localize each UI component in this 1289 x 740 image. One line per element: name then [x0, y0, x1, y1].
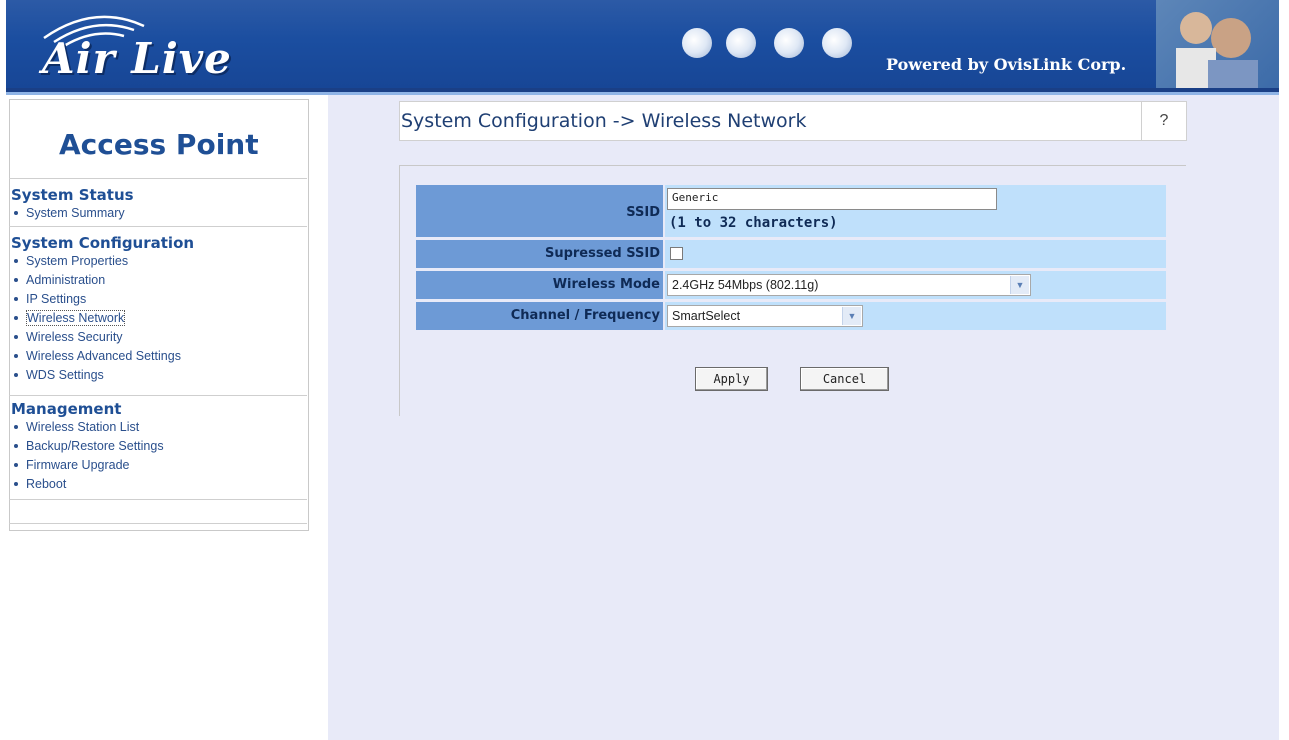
- bullet-icon: [14, 315, 18, 320]
- sidebar-title: Access Point: [59, 128, 259, 161]
- sidebar-item-wds-settings[interactable]: WDS Settings: [9, 366, 307, 385]
- globe-icon: [822, 28, 852, 58]
- sidebar-item-system-properties[interactable]: System Properties: [9, 252, 307, 271]
- globe-icon: [774, 28, 804, 58]
- sidebar-item-backup-restore[interactable]: Backup/Restore Settings: [9, 437, 307, 456]
- wireless-mode-select[interactable]: 2.4GHz 54Mbps (802.11g) ▼: [667, 274, 1031, 296]
- section-heading: Management: [11, 400, 122, 418]
- chevron-down-icon: ▼: [1010, 276, 1029, 294]
- bullet-icon: [14, 372, 18, 377]
- channel-select[interactable]: SmartSelect ▼: [667, 305, 863, 327]
- bullet-icon: [14, 296, 18, 301]
- logo-text: Air Live: [42, 34, 232, 83]
- ssid-input[interactable]: Generic: [667, 188, 997, 210]
- header-banner: Air Live Powered by OvisLink Corp.: [6, 0, 1279, 88]
- ssid-value-cell: Generic (1 to 32 characters): [665, 185, 1166, 237]
- bullet-icon: [14, 210, 18, 215]
- suppressed-ssid-value-cell: [665, 240, 1166, 268]
- sidebar-item-wireless-station-list[interactable]: Wireless Station List: [9, 418, 307, 437]
- channel-selected: SmartSelect: [672, 309, 741, 323]
- section-heading: System Configuration: [11, 234, 195, 252]
- suppressed-ssid-row: Supressed SSID: [416, 240, 1166, 268]
- sidebar-item-wireless-network[interactable]: Wireless Network: [9, 309, 307, 328]
- ssid-hint: (1 to 32 characters): [669, 215, 838, 231]
- sidebar-item-firmware-upgrade[interactable]: Firmware Upgrade: [9, 456, 307, 475]
- bullet-icon: [14, 424, 18, 429]
- sidebar-item-administration[interactable]: Administration: [9, 271, 307, 290]
- bullet-icon: [14, 277, 18, 282]
- suppressed-ssid-label: Supressed SSID: [416, 240, 663, 268]
- sidebar: Access Point System Status System Summar…: [6, 95, 328, 740]
- globe-icon: [682, 28, 712, 58]
- ssid-row: SSID Generic (1 to 32 characters): [416, 185, 1166, 237]
- wireless-mode-selected: 2.4GHz 54Mbps (802.11g): [672, 278, 819, 292]
- suppressed-ssid-checkbox[interactable]: [670, 247, 683, 260]
- sidebar-item-wireless-advanced-settings[interactable]: Wireless Advanced Settings: [9, 347, 307, 366]
- help-button[interactable]: ?: [1141, 102, 1186, 140]
- main-content: System Configuration -> Wireless Network…: [328, 95, 1279, 740]
- sidebar-item-wireless-security[interactable]: Wireless Security: [9, 328, 307, 347]
- bullet-icon: [14, 443, 18, 448]
- chevron-down-icon: ▼: [842, 307, 861, 325]
- bullet-icon: [14, 334, 18, 339]
- wireless-mode-row: Wireless Mode 2.4GHz 54Mbps (802.11g) ▼: [416, 271, 1166, 299]
- globe-icon: [726, 28, 756, 58]
- airlive-logo: Air Live: [34, 8, 294, 86]
- section-management: Management Wireless Station List Backup/…: [9, 395, 307, 494]
- bullet-icon: [14, 462, 18, 467]
- channel-label: Channel / Frequency: [416, 302, 663, 330]
- channel-value-cell: SmartSelect ▼: [665, 302, 1166, 330]
- sidebar-divider: [9, 523, 307, 524]
- bullet-icon: [14, 481, 18, 486]
- bullet-icon: [14, 353, 18, 358]
- powered-by-text: Powered by OvisLink Corp.: [886, 55, 1127, 74]
- sidebar-item-ip-settings[interactable]: IP Settings: [9, 290, 307, 309]
- sidebar-item-system-summary[interactable]: System Summary: [9, 204, 307, 223]
- apply-button[interactable]: Apply: [695, 367, 768, 391]
- page-title: System Configuration -> Wireless Network: [401, 110, 807, 132]
- sidebar-item-reboot[interactable]: Reboot: [9, 475, 307, 494]
- channel-row: Channel / Frequency SmartSelect ▼: [416, 302, 1166, 330]
- section-heading: System Status: [11, 186, 134, 204]
- globe-icons: [682, 28, 882, 62]
- wireless-mode-label: Wireless Mode: [416, 271, 663, 299]
- cancel-button[interactable]: Cancel: [800, 367, 889, 391]
- bullet-icon: [14, 258, 18, 263]
- section-system-status: System Status System Summary: [9, 178, 307, 223]
- wireless-mode-value-cell: 2.4GHz 54Mbps (802.11g) ▼: [665, 271, 1166, 299]
- sidebar-divider: [9, 499, 307, 500]
- section-system-configuration: System Configuration System Properties A…: [9, 226, 307, 385]
- people-photo: [1156, 0, 1279, 88]
- page-title-bar: System Configuration -> Wireless Network…: [399, 101, 1187, 141]
- wireless-network-form: SSID Generic (1 to 32 characters) Supres…: [416, 185, 1166, 333]
- ssid-label: SSID: [416, 185, 663, 237]
